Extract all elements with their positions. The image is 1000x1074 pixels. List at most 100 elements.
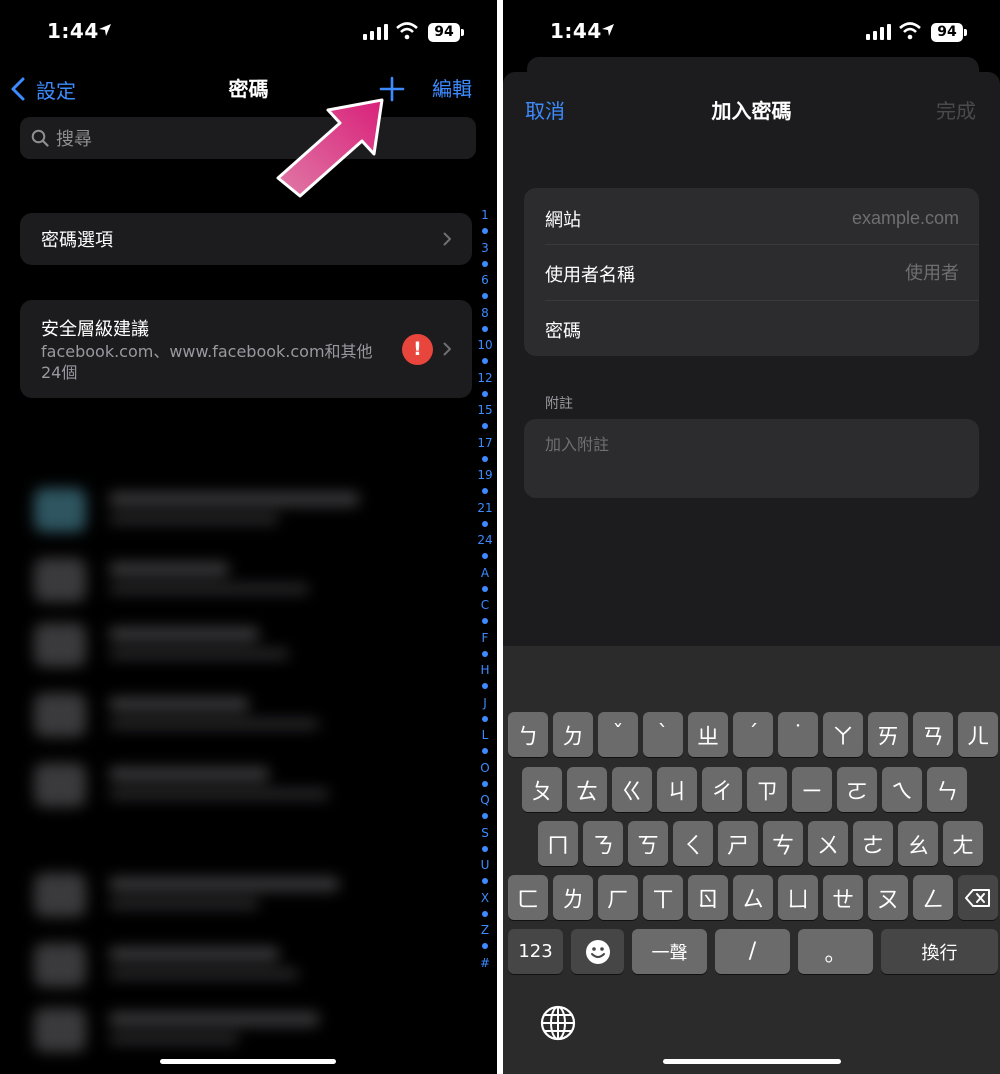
notes-input[interactable] [524, 419, 979, 498]
emoji-key[interactable] [571, 929, 624, 974]
security-recommendations-row[interactable]: 安全層級建議 facebook.com、www.facebook.com和其他2… [20, 300, 472, 398]
keyboard-key[interactable]: ㄥ [913, 875, 953, 920]
index-letter[interactable]: Z [481, 923, 489, 937]
keyboard-key[interactable]: ㄛ [837, 767, 877, 812]
keyboard-key[interactable]: ㄨ [808, 821, 848, 866]
security-recommendations-description: facebook.com、www.facebook.com和其他24個 [41, 342, 373, 382]
index-letter[interactable]: 10 [477, 338, 492, 352]
keyboard-key[interactable]: ㄇ [538, 821, 578, 866]
globe-icon[interactable] [539, 1004, 577, 1042]
keyboard-key[interactable]: ㄏ [598, 875, 638, 920]
index-letter[interactable]: H [480, 663, 489, 677]
password-input[interactable] [709, 313, 959, 345]
index-letter[interactable]: 8 [481, 306, 489, 320]
done-button[interactable]: 完成 [936, 95, 976, 124]
index-letter[interactable]: 6 [481, 273, 489, 287]
keyboard-key[interactable]: ㄍ [612, 767, 652, 812]
username-row[interactable]: 使用者名稱 [524, 245, 979, 301]
index-letter[interactable]: X [481, 891, 489, 905]
keyboard-key[interactable]: ㄢ [913, 712, 953, 757]
return-key[interactable]: 換行 [881, 929, 998, 974]
keyboard-key[interactable]: ㄟ [882, 767, 922, 812]
index-letter[interactable]: O [480, 761, 489, 775]
password-row[interactable]: 密碼 [524, 301, 979, 357]
keyboard-key[interactable]: ㄒ [643, 875, 683, 920]
website-input[interactable] [709, 202, 959, 234]
keyboard-key[interactable]: ㄖ [688, 875, 728, 920]
keyboard-key[interactable]: ㄡ [868, 875, 908, 920]
index-separator-dot [482, 910, 488, 917]
index-letter[interactable]: 1 [481, 208, 489, 222]
index-letter[interactable]: 15 [477, 403, 492, 417]
keyboard-key[interactable]: ㄝ [823, 875, 863, 920]
keyboard-key[interactable]: ㄦ [958, 712, 998, 757]
keyboard-key[interactable]: ˇ [598, 712, 638, 757]
keyboard-key[interactable]: ㄐ [657, 767, 697, 812]
edit-button[interactable]: 編輯 [432, 74, 472, 104]
keyboard-key[interactable]: ㄊ [567, 767, 607, 812]
index-letter[interactable]: J [483, 696, 487, 710]
index-separator-dot [482, 715, 488, 722]
keyboard-key[interactable]: ˋ [643, 712, 683, 757]
section-index-bar[interactable]: 1 3 6 8 10 12 15 17 19 21 24 A C F H J L O Q S U X Z # [476, 208, 494, 970]
back-button[interactable]: 設定 [10, 74, 76, 104]
keyboard-key[interactable]: ㄧ [792, 767, 832, 812]
tone-key[interactable]: 一聲 [632, 929, 707, 974]
keyboard-key[interactable]: ㄉ [553, 712, 593, 757]
website-row[interactable]: 網站 [524, 190, 979, 246]
cellular-signal-icon [363, 24, 388, 40]
index-letter[interactable]: 24 [477, 533, 492, 547]
index-letter[interactable]: A [481, 566, 489, 580]
index-letter[interactable]: 3 [481, 241, 489, 255]
keyboard-key[interactable]: ㄘ [763, 821, 803, 866]
index-letter[interactable]: # [480, 956, 490, 970]
index-letter[interactable]: 19 [477, 468, 492, 482]
numbers-key[interactable]: 123 [508, 929, 563, 974]
keyboard-key[interactable]: ㄆ [522, 767, 562, 812]
add-password-button[interactable] [376, 74, 408, 104]
index-letter[interactable]: Q [480, 793, 489, 807]
keyboard-key[interactable]: ㄤ [943, 821, 983, 866]
index-letter[interactable]: S [481, 826, 489, 840]
delete-key[interactable] [958, 875, 998, 920]
keyboard-key[interactable]: ㄅ [508, 712, 548, 757]
index-letter[interactable]: U [481, 858, 490, 872]
chevron-left-icon [11, 77, 25, 101]
index-letter[interactable]: 12 [477, 371, 492, 385]
keyboard-key[interactable]: ㄕ [718, 821, 758, 866]
keyboard-key[interactable]: ㄎ [628, 821, 668, 866]
keyboard-key[interactable]: ㄌ [553, 875, 593, 920]
slash-key[interactable]: / [715, 929, 790, 974]
keyboard-key[interactable]: ㄋ [583, 821, 623, 866]
home-indicator[interactable] [663, 1059, 841, 1064]
home-indicator[interactable] [160, 1059, 336, 1064]
keyboard-key[interactable]: ㄑ [673, 821, 713, 866]
keyboard-key[interactable]: ˊ [733, 712, 773, 757]
index-letter[interactable]: F [482, 631, 489, 645]
keyboard-key[interactable]: ㄞ [868, 712, 908, 757]
index-letter[interactable]: 21 [477, 501, 492, 515]
keyboard-key[interactable]: ㄠ [898, 821, 938, 866]
index-separator-dot [482, 228, 488, 235]
keyboard-key[interactable]: ㄙ [733, 875, 773, 920]
keyboard-key[interactable]: ㄓ [688, 712, 728, 757]
keyboard-key[interactable]: ㄜ [853, 821, 893, 866]
index-separator-dot [482, 520, 488, 527]
username-input[interactable] [709, 257, 959, 289]
index-letter[interactable]: 17 [477, 436, 492, 450]
period-key[interactable]: 。 [798, 929, 873, 974]
password-options-row[interactable]: 密碼選項 [20, 213, 472, 265]
keyboard-key[interactable]: ㄗ [747, 767, 787, 812]
index-letter[interactable]: C [481, 598, 489, 612]
keyboard-key[interactable]: ㄩ [778, 875, 818, 920]
keyboard-key[interactable]: ㄚ [823, 712, 863, 757]
blurred-password-list [14, 445, 476, 1065]
cancel-button[interactable]: 取消 [525, 95, 565, 124]
search-field[interactable]: 搜尋 [20, 117, 476, 159]
keyboard-key[interactable]: ㄣ [927, 767, 967, 812]
index-letter[interactable]: L [482, 728, 489, 742]
keyboard-key[interactable]: ㄈ [508, 875, 548, 920]
keyboard-key[interactable]: ㄔ [702, 767, 742, 812]
index-separator-dot [482, 325, 488, 332]
keyboard-key[interactable]: ˙ [778, 712, 818, 757]
